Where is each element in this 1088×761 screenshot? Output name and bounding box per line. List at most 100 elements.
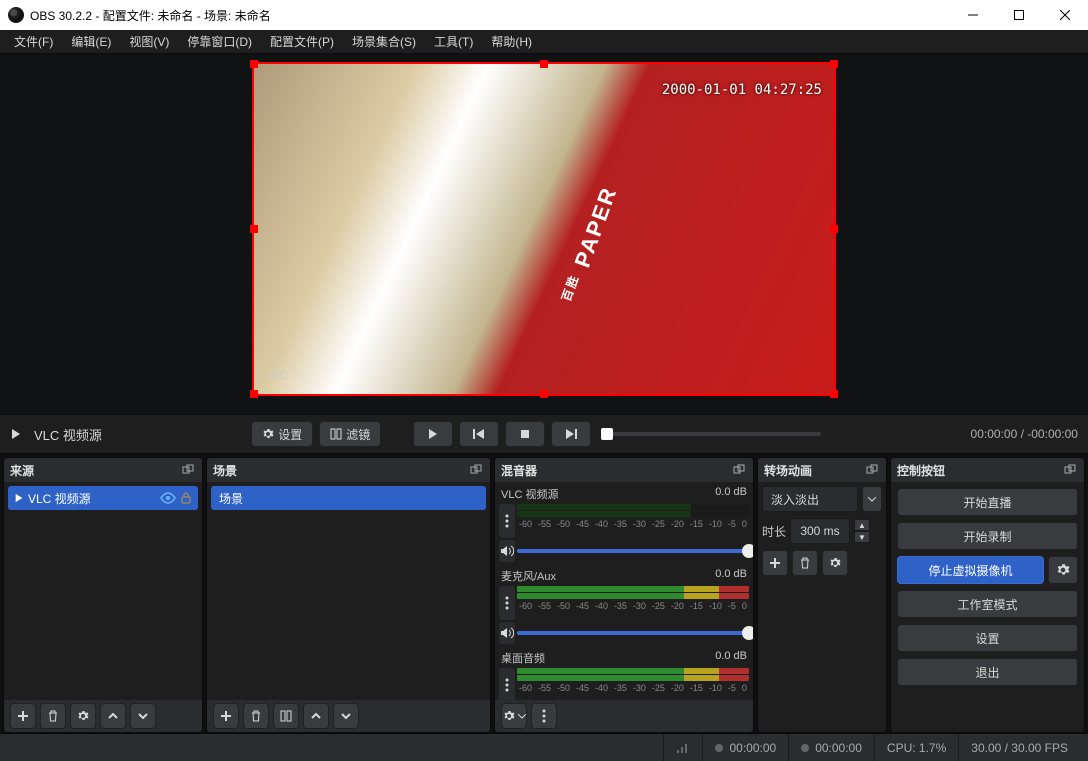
mixer-settings-button[interactable] — [501, 703, 527, 729]
move-scene-down-button[interactable] — [333, 703, 359, 729]
maximize-button[interactable] — [996, 0, 1042, 30]
preview-canvas[interactable]: 2000-01-01 04:27:25 IPC PAPER 百胜 — [254, 64, 834, 394]
stop-virtual-cam-button[interactable]: 停止虚拟摄像机 — [897, 556, 1044, 584]
dock-header[interactable]: 来源 — [4, 458, 202, 482]
media-stop-button[interactable] — [505, 421, 545, 447]
menu-dock[interactable]: 停靠窗口(D) — [179, 30, 260, 53]
scene-filters-button[interactable] — [273, 703, 299, 729]
menu-view[interactable]: 视图(V) — [121, 30, 177, 53]
exit-button[interactable]: 退出 — [897, 658, 1078, 686]
dock-scenes: 场景 场景 — [206, 457, 491, 733]
close-button[interactable] — [1042, 0, 1088, 30]
dock-header[interactable]: 转场动画 — [758, 458, 886, 482]
media-prev-button[interactable] — [459, 421, 499, 447]
move-source-down-button[interactable] — [130, 703, 156, 729]
channel-menu-button[interactable] — [499, 668, 515, 700]
filters-icon — [330, 428, 342, 440]
play-icon — [10, 428, 22, 440]
spin-down-button[interactable]: ▼ — [854, 531, 870, 543]
remove-transition-button[interactable] — [792, 550, 818, 576]
lock-toggle-icon[interactable] — [180, 492, 192, 504]
channel-menu-button[interactable] — [499, 504, 515, 538]
resize-handle[interactable] — [250, 60, 258, 68]
resize-handle[interactable] — [830, 225, 838, 233]
undock-icon[interactable] — [180, 462, 196, 478]
menu-profile[interactable]: 配置文件(P) — [262, 30, 342, 53]
transition-select[interactable]: 淡入淡出 — [762, 486, 858, 512]
menu-edit[interactable]: 编辑(E) — [63, 30, 119, 53]
source-properties-button[interactable] — [70, 703, 96, 729]
spin-up-button[interactable]: ▲ — [854, 519, 870, 531]
mute-button[interactable] — [499, 540, 515, 562]
transition-settings-button[interactable] — [822, 550, 848, 576]
menu-file[interactable]: 文件(F) — [6, 30, 61, 53]
source-control-bar: VLC 视频源 设置 滤镜 00:00:00 / -00:00:00 — [0, 414, 1088, 454]
volume-slider[interactable] — [517, 549, 749, 553]
speaker-icon — [500, 545, 514, 557]
dock-header[interactable]: 场景 — [207, 458, 490, 482]
visibility-toggle-icon[interactable] — [160, 492, 176, 504]
resize-handle[interactable] — [540, 390, 548, 398]
mute-button[interactable] — [499, 622, 515, 644]
minimize-button[interactable] — [950, 0, 996, 30]
move-scene-up-button[interactable] — [303, 703, 329, 729]
slider-knob[interactable] — [742, 626, 753, 640]
chevron-down-icon — [137, 710, 149, 722]
transition-dropdown-button[interactable] — [862, 486, 882, 512]
dock-header[interactable]: 混音器 — [495, 458, 753, 482]
menu-help[interactable]: 帮助(H) — [483, 30, 540, 53]
kebab-icon — [505, 514, 509, 528]
duration-input[interactable]: 300 ms — [790, 518, 850, 544]
slider-knob[interactable] — [742, 544, 753, 558]
video-ipc-overlay: IPC — [268, 368, 288, 382]
status-fps: 30.00 / 30.00 FPS — [958, 734, 1080, 761]
remove-scene-button[interactable] — [243, 703, 269, 729]
db-scale: -60-55-50-45-40-35-30-25-20-15-10-50 — [517, 683, 749, 693]
resize-handle[interactable] — [830, 390, 838, 398]
window-title: OBS 30.2.2 - 配置文件: 未命名 - 场景: 未命名 — [30, 7, 950, 24]
undock-icon[interactable] — [468, 462, 484, 478]
resize-handle[interactable] — [830, 60, 838, 68]
add-source-button[interactable] — [10, 703, 36, 729]
add-scene-button[interactable] — [213, 703, 239, 729]
resize-handle[interactable] — [250, 390, 258, 398]
channel-menu-button[interactable] — [499, 586, 515, 620]
source-settings-button[interactable]: 设置 — [251, 421, 313, 447]
undock-icon[interactable] — [1062, 462, 1078, 478]
move-source-up-button[interactable] — [100, 703, 126, 729]
menu-tools[interactable]: 工具(T) — [426, 30, 481, 53]
studio-mode-button[interactable]: 工作室模式 — [897, 590, 1078, 618]
trash-icon — [250, 710, 262, 722]
slider-knob[interactable] — [601, 428, 613, 440]
settings-button[interactable]: 设置 — [897, 624, 1078, 652]
source-filters-button[interactable]: 滤镜 — [319, 421, 381, 447]
mixer-menu-button[interactable] — [531, 703, 557, 729]
menu-scenecol[interactable]: 场景集合(S) — [344, 30, 424, 53]
video-content-text: PAPER — [569, 183, 622, 271]
start-streaming-button[interactable]: 开始直播 — [897, 488, 1078, 516]
media-seek-slider[interactable] — [601, 432, 821, 436]
undock-icon[interactable] — [864, 462, 880, 478]
audio-meter — [517, 675, 749, 681]
remove-source-button[interactable] — [40, 703, 66, 729]
kebab-icon — [505, 596, 509, 610]
dock-sources: 来源 VLC 视频源 — [3, 457, 203, 733]
duration-value: 300 ms — [800, 524, 839, 538]
dock-title: 控制按钮 — [897, 462, 945, 479]
scene-list-item[interactable]: 场景 — [211, 486, 486, 510]
resize-handle[interactable] — [250, 225, 258, 233]
virtual-cam-settings-button[interactable] — [1048, 556, 1078, 584]
preview-area[interactable]: 2000-01-01 04:27:25 IPC PAPER 百胜 — [0, 54, 1088, 414]
add-transition-button[interactable] — [762, 550, 788, 576]
chevron-down-icon — [518, 714, 526, 719]
source-list-item[interactable]: VLC 视频源 — [8, 486, 198, 510]
status-live-time: 00:00:00 — [702, 734, 788, 761]
volume-slider[interactable] — [517, 631, 749, 635]
undock-icon[interactable] — [731, 462, 747, 478]
resize-handle[interactable] — [540, 60, 548, 68]
media-play-button[interactable] — [413, 421, 453, 447]
dock-header[interactable]: 控制按钮 — [891, 458, 1084, 482]
media-next-button[interactable] — [551, 421, 591, 447]
transition-value: 淡入淡出 — [771, 491, 819, 508]
start-recording-button[interactable]: 开始录制 — [897, 522, 1078, 550]
